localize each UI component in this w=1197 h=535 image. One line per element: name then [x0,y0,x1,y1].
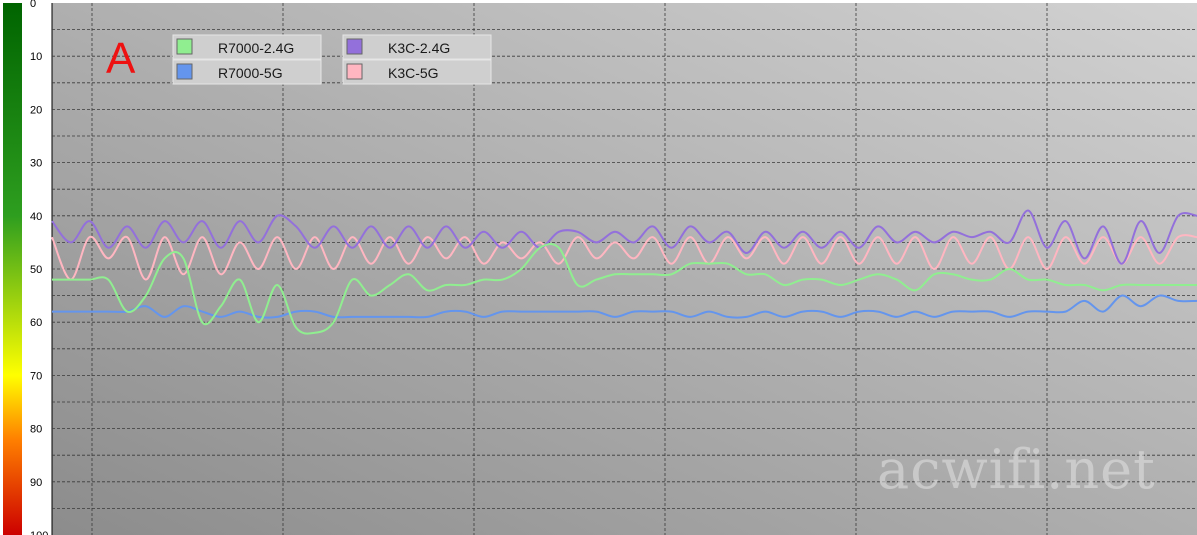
legend-swatch [176,63,193,80]
panel-label: A [106,34,136,83]
legend-item-r7000-24g[interactable]: R7000-2.4G [172,34,322,60]
y-tick-label: 50 [30,264,42,276]
legend-swatch [176,38,193,55]
y-tick-label: 60 [30,317,42,329]
y-tick-label: 40 [30,211,42,223]
line-chart: 0 10 20 30 40 50 60 70 80 90 100 A R7000-2.4G R700… [0,0,1197,535]
legend-item-k3c-5g[interactable]: K3C-5G [342,59,492,85]
y-tick-label: 90 [30,477,42,489]
watermark: acwifi.net [877,438,1156,501]
legend-label: R7000-2.4G [218,40,294,56]
y-tick-label: 80 [30,424,42,436]
signal-color-scale [3,3,22,535]
y-tick-label: 30 [30,158,42,170]
legend-swatch [346,63,363,80]
y-tick-label: 20 [30,104,42,116]
legend-item-k3c-24g[interactable]: K3C-2.4G [342,34,492,60]
legend-label: K3C-2.4G [388,40,450,56]
y-tick-label: 100 [30,530,48,535]
y-tick-label: 0 [30,0,36,10]
legend-swatch [346,38,363,55]
chart-screenshot: 0 10 20 30 40 50 60 70 80 90 100 A R7000-2.4G R700… [0,0,1197,535]
legend-label: R7000-5G [218,65,283,81]
legend-item-r7000-5g[interactable]: R7000-5G [172,59,322,85]
legend-label: K3C-5G [388,65,439,81]
y-tick-label: 10 [30,51,42,63]
y-tick-label: 70 [30,370,42,382]
